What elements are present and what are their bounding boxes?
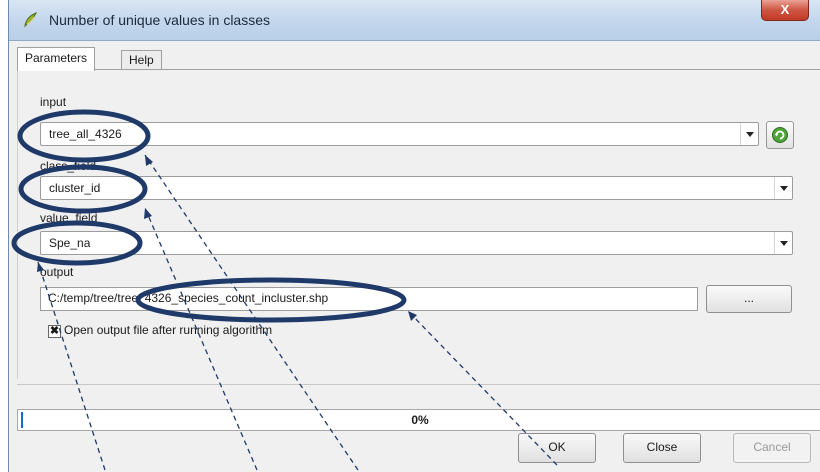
class-field-combo[interactable]: cluster_id [40,176,793,200]
progress-text: 0% [411,413,429,427]
dialog-window: Number of unique values in classes X Par… [8,0,820,472]
class-field-label: class_field [40,159,97,173]
title-bar: Number of unique values in classes X [9,0,820,41]
tab-help[interactable]: Help [121,50,162,70]
refresh-layers-button[interactable] [766,121,794,149]
close-button[interactable]: Close [623,433,701,463]
open-output-checkbox[interactable]: ✖ [48,325,61,338]
chevron-down-icon [774,177,792,199]
output-path-field[interactable] [40,287,698,311]
input-layer-value: tree_all_4326 [49,127,122,141]
progress-bar: 0% [17,409,820,431]
input-label: input [40,95,67,109]
refresh-icon [772,127,788,143]
browse-output-button[interactable]: ... [706,285,792,313]
output-path-input[interactable] [41,288,688,308]
window-close-button[interactable]: X [761,0,809,21]
value-field-combo[interactable]: Spe_na [40,231,793,255]
value-field-value: Spe_na [49,236,91,250]
ok-button[interactable]: OK [518,433,596,463]
qgis-icon [24,12,38,28]
class-field-value: cluster_id [49,181,101,195]
value-field-label: value_field [40,211,98,225]
tab-parameters[interactable]: Parameters [17,47,96,71]
open-output-label: Open output file after running algorithm [64,323,273,337]
window-title: Number of unique values in classes [49,12,271,28]
cancel-button[interactable]: Cancel [733,433,811,463]
chevron-down-icon [740,123,758,145]
chevron-down-icon [774,232,792,254]
input-layer-combo[interactable]: tree_all_4326 [40,122,759,146]
divider [17,384,820,385]
output-label: output [40,265,74,279]
